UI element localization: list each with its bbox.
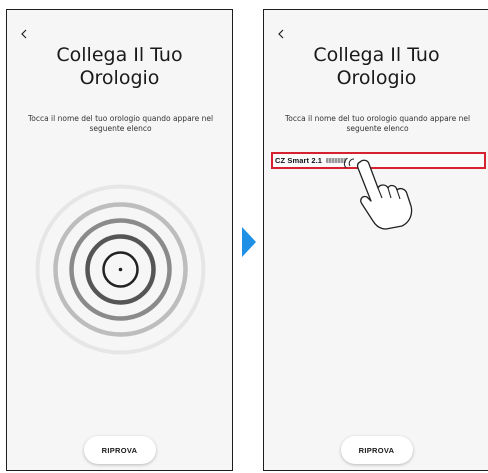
page-title: Collega Il Tuo Orologio xyxy=(313,44,440,89)
page-title: Collega Il Tuo Orologio xyxy=(56,44,183,89)
next-step-arrow-icon xyxy=(242,227,256,257)
chevron-left-icon xyxy=(278,29,284,39)
bluetooth-scan-radar-icon xyxy=(35,184,206,355)
device-name: CZ Smart 2.1 xyxy=(275,156,323,165)
back-button[interactable] xyxy=(16,26,32,42)
phone-screen-device-found: Collega Il Tuo Orologio Tocca il nome de… xyxy=(263,9,488,471)
instruction-page: Collega Il Tuo Orologio Tocca il nome de… xyxy=(0,0,488,473)
chevron-left-icon xyxy=(21,29,27,39)
page-subtitle: Tocca il nome del tuo orologio quando ap… xyxy=(27,114,214,133)
phone-screen-searching: Collega Il Tuo Orologio Tocca il nome de… xyxy=(6,9,233,471)
retry-button[interactable]: RIPROVA xyxy=(83,436,156,464)
back-button[interactable] xyxy=(273,26,289,42)
retry-button[interactable]: RIPROVA xyxy=(340,436,413,464)
tapping-hand-icon xyxy=(343,158,413,230)
page-subtitle: Tocca il nome del tuo orologio quando ap… xyxy=(284,114,471,133)
